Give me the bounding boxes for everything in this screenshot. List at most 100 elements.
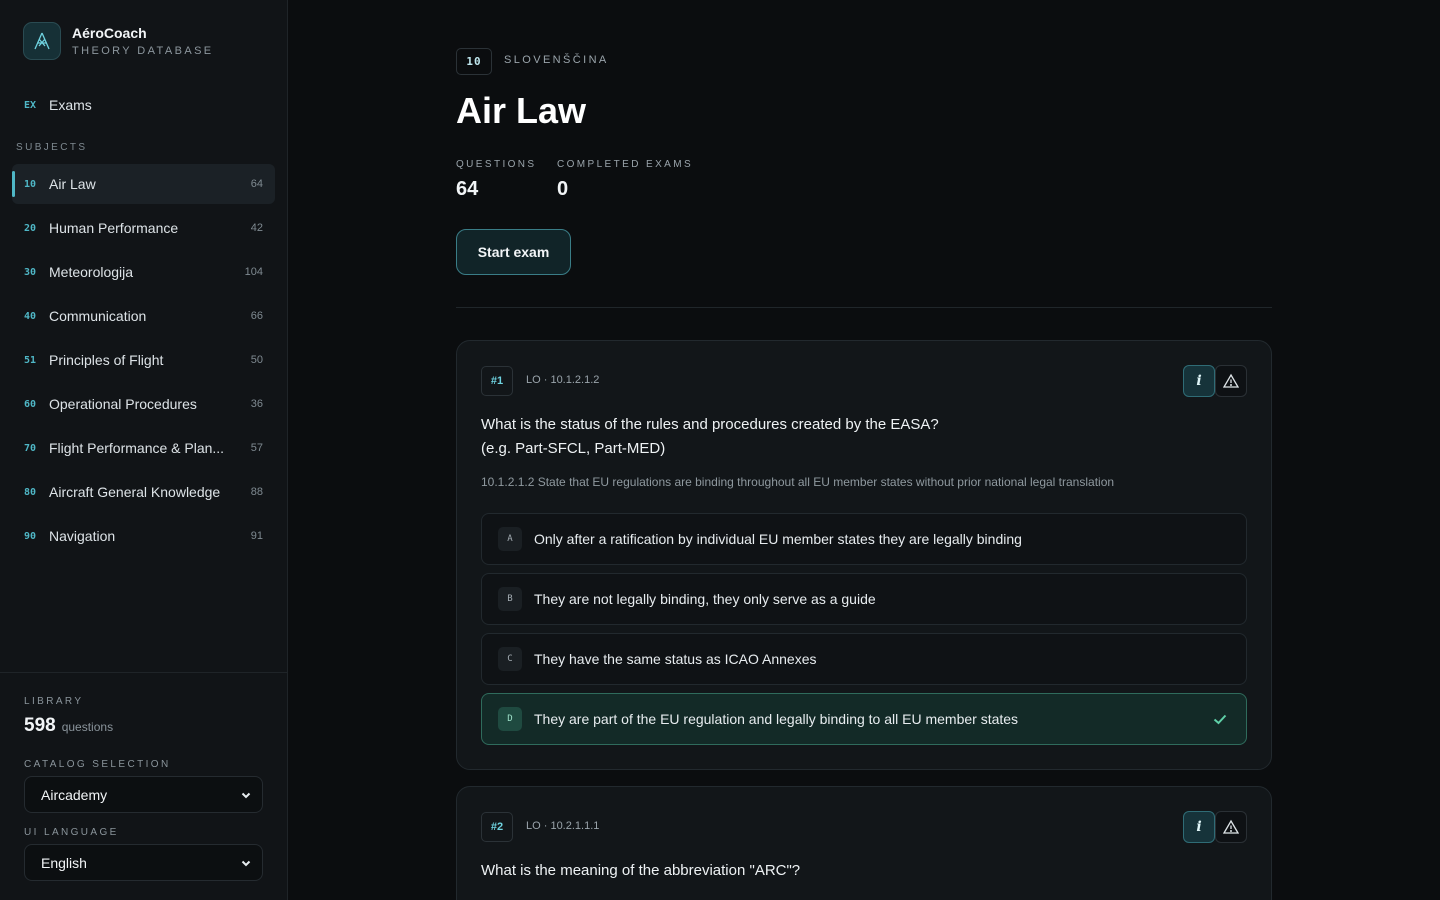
learning-objective-ref: LO · 10.2.1.1.1 (526, 820, 600, 832)
subject-code: 20 (24, 222, 37, 234)
report-button[interactable] (1215, 365, 1247, 397)
catalog-select[interactable]: Aircademy (24, 776, 263, 813)
subject-list: 10 Air Law 64 20 Human Performance 42 30… (12, 164, 275, 560)
answer-text: Only after a ratification by individual … (534, 531, 1022, 547)
language-tag: SLOVENŠČINA (504, 54, 609, 66)
question-text-line: (e.g. Part-SFCL, Part-MED) (481, 440, 666, 457)
answer-letter: D (498, 707, 522, 731)
sidebar-item-meteorologija[interactable]: 30 Meteorologija 104 (12, 252, 275, 292)
answer-letter: A (498, 527, 522, 551)
subjects-heading: SUBJECTS (16, 142, 88, 153)
start-exam-button[interactable]: Start exam (456, 229, 571, 275)
question-text-line: What is the status of the rules and proc… (481, 416, 939, 433)
language-select-value: English (41, 854, 87, 871)
questions-stat-value: 64 (456, 178, 479, 200)
answer-option-c[interactable]: C They have the same status as ICAO Anne… (481, 633, 1247, 685)
library-count-unit: questions (61, 720, 114, 734)
answer-text: They are not legally binding, they only … (534, 591, 876, 607)
subject-label: Meteorologija (49, 264, 134, 280)
catalog-label: CATALOG SELECTION (24, 759, 171, 770)
brand-name: AéroCoach (72, 24, 147, 41)
catalog-select-value: Aircademy (41, 786, 108, 803)
sidebar-item-communication[interactable]: 40 Communication 66 (12, 296, 275, 336)
question-text-line: What is the meaning of the abbreviation … (481, 862, 801, 879)
question-number: #2 (481, 812, 513, 842)
subject-code: 40 (24, 310, 37, 322)
question-text: What is the meaning of the abbreviation … (481, 859, 1221, 883)
sidebar-item-navigation[interactable]: 90 Navigation 91 (12, 516, 275, 556)
warning-icon (1223, 373, 1239, 388)
nav-item-exams[interactable]: EX Exams (12, 88, 275, 122)
nav-code: EX (24, 99, 37, 111)
answer-list: A Only after a ratification by individua… (481, 513, 1247, 753)
answer-text: They are part of the EU regulation and l… (534, 711, 1019, 727)
sidebar-item-human-performance[interactable]: 20 Human Performance 42 (12, 208, 275, 248)
learning-objective-text: 10.1.2.1.2 State that EU regulations are… (481, 475, 1115, 489)
divider (456, 307, 1272, 308)
subject-code: 30 (24, 266, 37, 278)
aircraft-logo-icon (23, 22, 61, 60)
subject-label: Navigation (49, 528, 116, 544)
subject-code-badge: 10 (456, 48, 492, 75)
sidebar-item-principles-of-flight[interactable]: 51 Principles of Flight 50 (12, 340, 275, 380)
warning-icon (1223, 819, 1239, 834)
language-select[interactable]: English (24, 844, 263, 881)
subject-code: 70 (24, 442, 37, 454)
answer-option-d[interactable]: D They are part of the EU regulation and… (481, 693, 1247, 745)
subject-count: 36 (250, 398, 263, 410)
subject-code: 80 (24, 486, 37, 498)
question-card: #2 LO · 10.2.1.1.1 i What is the meaning… (456, 786, 1272, 900)
answer-letter: B (498, 587, 522, 611)
brand[interactable]: AéroCoach THEORY DATABASE (23, 22, 214, 60)
sidebar-item-air-law[interactable]: 10 Air Law 64 (12, 164, 275, 204)
subject-label: Aircraft General Knowledge (49, 484, 221, 500)
subject-count: 42 (250, 222, 263, 234)
subject-count: 64 (250, 178, 263, 190)
chevron-down-icon (241, 860, 251, 866)
sidebar: AéroCoach THEORY DATABASE EX Exams SUBJE… (0, 0, 288, 900)
info-button[interactable]: i (1183, 811, 1215, 843)
subject-label: Human Performance (49, 220, 179, 236)
page-title: Air Law (456, 90, 587, 131)
answer-option-b[interactable]: B They are not legally binding, they onl… (481, 573, 1247, 625)
report-button[interactable] (1215, 811, 1247, 843)
questions-stat: QUESTIONS 64 (456, 159, 537, 201)
library-count: 598 questions (24, 715, 113, 737)
subject-label: Flight Performance & Plan... (49, 440, 225, 456)
library-count-value: 598 (24, 715, 56, 736)
sidebar-item-operational-procedures[interactable]: 60 Operational Procedures 36 (12, 384, 275, 424)
language-label: UI LANGUAGE (24, 827, 119, 838)
sidebar-item-aircraft-general-knowledge[interactable]: 80 Aircraft General Knowledge 88 (12, 472, 275, 512)
sidebar-item-flight-performance[interactable]: 70 Flight Performance & Plan... 57 (12, 428, 275, 468)
subject-code: 60 (24, 398, 37, 410)
subject-code: 51 (24, 354, 37, 366)
question-number: #1 (481, 366, 513, 396)
subject-code: 10 (24, 178, 37, 190)
question-text: What is the status of the rules and proc… (481, 413, 1221, 461)
subject-count: 57 (250, 442, 263, 454)
subject-count: 66 (250, 310, 263, 322)
answer-letter: C (498, 647, 522, 671)
info-icon: i (1196, 373, 1202, 389)
subject-count: 104 (244, 266, 263, 278)
info-button[interactable]: i (1183, 365, 1215, 397)
subject-count: 91 (250, 530, 263, 542)
completed-exams-stat: COMPLETED EXAMS 0 (557, 159, 693, 201)
questions-stat-label: QUESTIONS (456, 159, 537, 170)
completed-exams-label: COMPLETED EXAMS (557, 159, 694, 170)
subject-count: 88 (250, 486, 263, 498)
check-icon (1213, 714, 1227, 725)
question-card: #1 LO · 10.1.2.1.2 i What is the status … (456, 340, 1272, 770)
answer-option-a[interactable]: A Only after a ratification by individua… (481, 513, 1247, 565)
subject-label: Operational Procedures (49, 396, 197, 412)
chevron-down-icon (241, 792, 251, 798)
sidebar-footer: LIBRARY 598 questions CATALOG SELECTION … (0, 672, 287, 900)
completed-exams-value: 0 (557, 178, 569, 200)
subject-code: 90 (24, 530, 37, 542)
nav-label: Exams (49, 97, 92, 113)
answer-text: They have the same status as ICAO Annexe… (534, 651, 817, 667)
learning-objective-ref: LO · 10.1.2.1.2 (526, 374, 600, 386)
subject-label: Air Law (49, 176, 96, 192)
subject-label: Communication (49, 308, 147, 324)
brand-subtitle: THEORY DATABASE (72, 44, 214, 57)
